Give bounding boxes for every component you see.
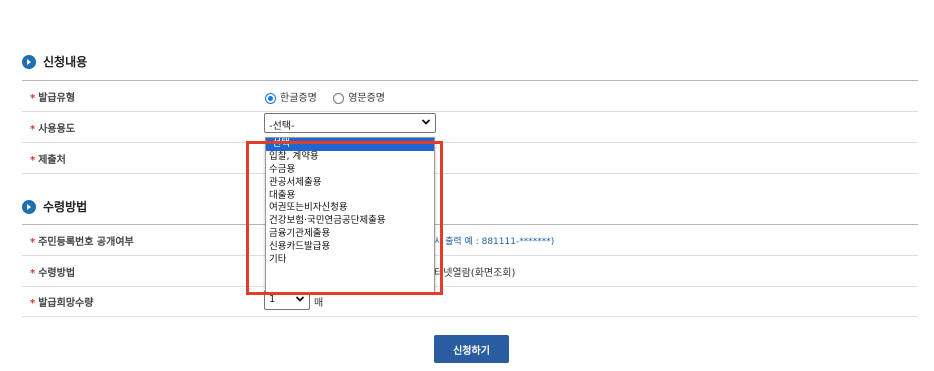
required-star: * [30, 268, 36, 279]
section-title-label: 신청내용 [43, 55, 88, 69]
section-title-receipt: 수령방법 [22, 198, 87, 215]
issue-type-options: 한글증명 영문증명 [265, 89, 385, 104]
quantity-unit: 매 [314, 298, 324, 309]
apply-button[interactable]: 신청하기 [434, 335, 509, 363]
radio-english[interactable] [333, 92, 345, 104]
section-title-application: 신청내용 [22, 53, 87, 70]
submit-to-row: * 제출처 [22, 143, 918, 174]
required-star: * [30, 124, 36, 135]
purpose-row: * 사용용도 [22, 112, 918, 143]
purpose-select-value: -선택- [269, 121, 295, 132]
resident-no-value: 시 출력 예 : 881111-*******) [434, 237, 555, 247]
quantity-row: * 발급희망수량 [22, 286, 918, 317]
resident-no-label: 주민등록번호 공개여부 [38, 237, 134, 248]
chevron-down-icon [295, 296, 305, 302]
highlight-annotation-box [246, 141, 443, 295]
quantity-label: 발급희망수량 [38, 298, 94, 309]
receipt-method-label: 수령방법 [38, 268, 76, 279]
submit-to-label: 제출처 [38, 155, 66, 166]
issue-type-row: * 발급유형 한글증명 영문증명 [22, 81, 918, 112]
arrow-circle-icon [22, 54, 36, 69]
chevron-down-icon [421, 119, 431, 125]
purpose-select[interactable]: -선택- [264, 113, 436, 133]
arrow-circle-icon [22, 199, 36, 214]
resident-no-row: * 주민등록번호 공개여부 시 출력 예 : 881111-*******) [22, 225, 918, 256]
radio-korean-label[interactable]: 한글증명 [280, 93, 317, 104]
required-star: * [30, 155, 36, 166]
required-star: * [30, 237, 36, 248]
radio-english-label[interactable]: 영문증명 [348, 93, 385, 104]
required-star: * [30, 298, 36, 309]
issue-type-label: 발급유형 [38, 93, 76, 104]
purpose-label: 사용용도 [38, 124, 76, 135]
receipt-method-row: * 수령방법 터넷열람(화면조회) [22, 256, 918, 287]
quantity-select-value: 1 [269, 294, 276, 305]
radio-korean[interactable] [265, 92, 276, 104]
section-title-label: 수령방법 [43, 200, 88, 214]
required-star: * [30, 93, 36, 104]
receipt-method-value[interactable]: 터넷열람(화면조회) [434, 264, 515, 279]
